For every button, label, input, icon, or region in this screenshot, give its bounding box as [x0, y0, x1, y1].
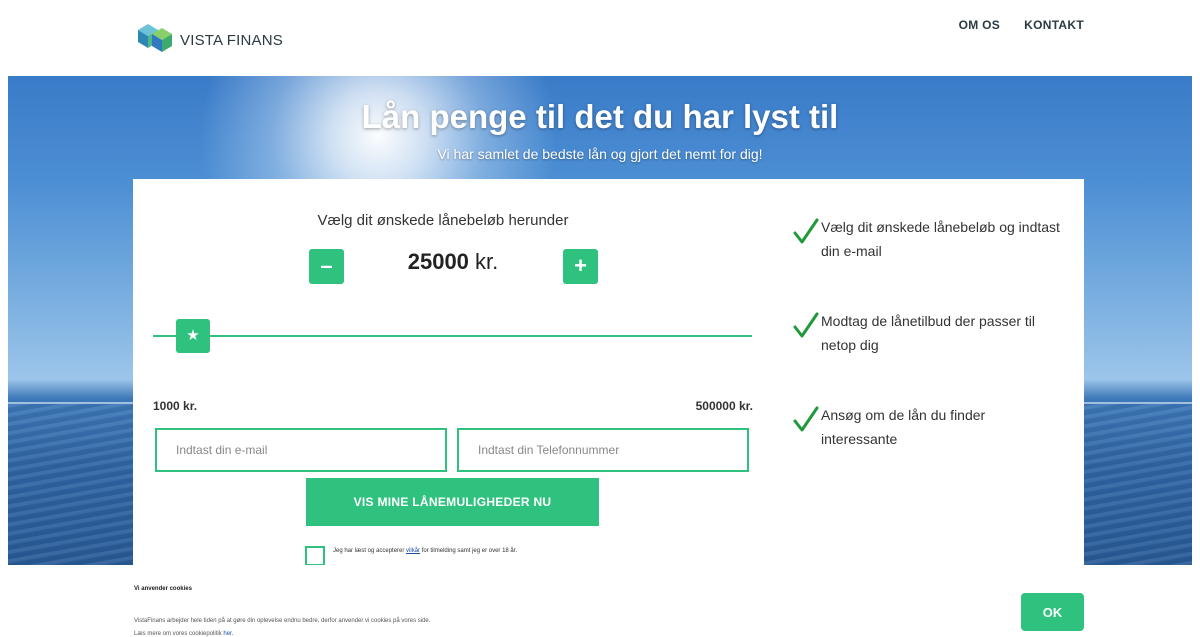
email-input[interactable] [155, 428, 447, 472]
amount-slider-handle[interactable]: ★ [176, 319, 210, 353]
step-item: Vælg dit ønskede lånebeløb og indtast di… [793, 217, 1063, 267]
cookie-banner: Vi anvender cookies VistaFinans arbejder… [0, 565, 1200, 637]
amount-label: Vælg dit ønskede lånebeløb herunder [317, 212, 569, 229]
nav-kontakt[interactable]: KONTAKT [1024, 18, 1084, 32]
amount-unit: kr. [468, 249, 499, 274]
loan-form-card: Vælg dit ønskede lånebeløb herunder – 25… [133, 179, 1084, 566]
terms-text: Jeg har læst og accepterer vilkår for ti… [333, 548, 518, 554]
terms-link[interactable]: vilkår [406, 548, 420, 554]
amount-value: 25000 [407, 249, 469, 274]
step-text: Vælg dit ønskede lånebeløb og indtast di… [821, 219, 1060, 259]
step-item: Ansøg om de lån du finder interessante [793, 405, 1063, 455]
cookie-text: VistaFinans arbejder hele tiden på at gø… [134, 618, 431, 637]
step-item: Modtag de lånetilbud der passer til neto… [793, 311, 1063, 361]
amount-display: 25000 kr. [363, 249, 543, 275]
nav-om-os[interactable]: OM OS [959, 18, 1001, 32]
step-text: Modtag de lånetilbud der passer til neto… [821, 313, 1036, 353]
logo-text: VISTA FINANS [180, 31, 283, 49]
cookie-ok-button[interactable]: OK [1021, 593, 1084, 631]
slider-max-label: 500000 kr. [695, 399, 753, 413]
site-header: VISTA FINANS OM OS KONTAKT [0, 0, 1200, 76]
phone-input[interactable] [457, 428, 749, 472]
cookie-title: Vi anvender cookies [134, 586, 192, 592]
hero-title: Lån penge til det du har lyst til [361, 98, 839, 135]
increase-amount-button[interactable]: + [563, 249, 598, 284]
show-loan-options-button[interactable]: VIS MINE LÅNEMULIGHEDER NU [306, 478, 599, 526]
decrease-amount-button[interactable]: – [309, 249, 344, 284]
hero-subtitle: Vi har samlet de bedste lån og gjort det… [437, 146, 763, 162]
main-nav: OM OS KONTAKT [959, 18, 1084, 32]
terms-checkbox[interactable] [305, 546, 325, 566]
amount-slider-track[interactable] [153, 335, 752, 337]
logo[interactable]: VISTA FINANS [134, 18, 314, 62]
checkmark-icon [793, 312, 819, 338]
checkmark-icon [793, 406, 819, 432]
logo-cubes-icon [134, 18, 178, 63]
star-icon: ★ [186, 327, 200, 344]
checkmark-icon [793, 218, 819, 244]
step-text: Ansøg om de lån du finder interessante [821, 407, 986, 447]
slider-min-label: 1000 kr. [153, 399, 198, 413]
cookie-policy-link[interactable]: her. [223, 631, 233, 637]
